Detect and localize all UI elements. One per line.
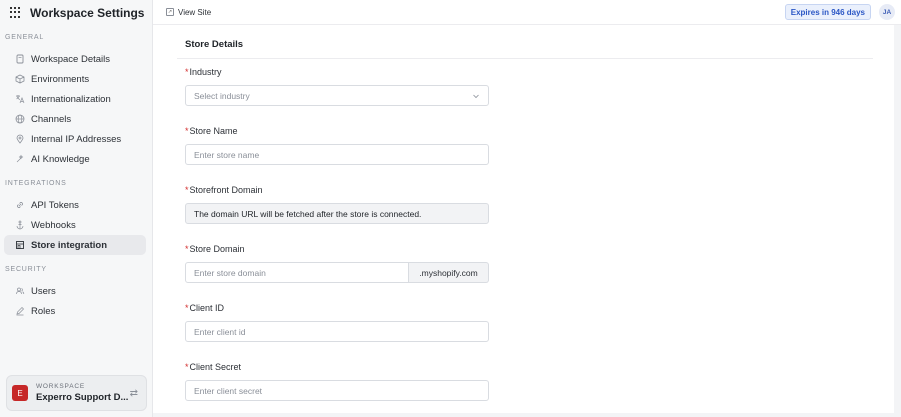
workspace-avatar: E bbox=[12, 385, 28, 401]
store-domain-input[interactable]: Enter store domain bbox=[185, 262, 409, 283]
sidebar-item-label: Workspace Details bbox=[31, 53, 111, 65]
sidebar-item-internal-ip-addresses[interactable]: Internal IP Addresses bbox=[4, 129, 146, 149]
expiry-badge[interactable]: Expires in 946 days bbox=[784, 4, 871, 20]
scroll-gutter bbox=[894, 25, 901, 417]
pen-icon bbox=[14, 306, 25, 317]
sidebar-item-label: Store integration bbox=[31, 239, 108, 251]
section-general: GENERAL bbox=[5, 34, 45, 41]
sidebar: Workspace Settings GENERAL Workspace Det… bbox=[0, 0, 153, 417]
industry-select[interactable]: Select industry bbox=[185, 85, 489, 106]
required-marker: * bbox=[185, 185, 189, 195]
storefront-domain-field: *Storefront Domain The domain URL will b… bbox=[185, 185, 489, 224]
sidebar-item-label: Internationalization bbox=[31, 93, 111, 105]
required-marker: * bbox=[185, 126, 189, 136]
required-marker: * bbox=[185, 67, 189, 77]
main-content: Store Details *Industry Select industry … bbox=[153, 25, 894, 413]
anchor-icon bbox=[14, 220, 25, 231]
required-marker: * bbox=[185, 362, 189, 372]
users-icon bbox=[14, 286, 25, 297]
external-link-icon: ↗ bbox=[166, 8, 174, 16]
section-security: SECURITY bbox=[5, 266, 47, 273]
client-id-field: *Client ID Enter client id bbox=[185, 303, 489, 342]
client-secret-label: *Client Secret bbox=[185, 362, 242, 372]
chevron-down-icon bbox=[473, 94, 479, 99]
switch-arrows-icon[interactable]: ⇄ bbox=[130, 388, 138, 399]
store-name-label: *Store Name bbox=[185, 126, 238, 136]
domain-suffix: .myshopify.com bbox=[409, 262, 489, 283]
sidebar-item-webhooks[interactable]: Webhooks bbox=[4, 215, 146, 235]
user-avatar[interactable]: JA bbox=[879, 4, 895, 20]
sidebar-item-roles[interactable]: Roles bbox=[4, 301, 146, 321]
sidebar-item-users[interactable]: Users bbox=[4, 281, 146, 301]
section-integrations: INTEGRATIONS bbox=[5, 180, 67, 187]
storefront-domain-readonly: The domain URL will be fetched after the… bbox=[185, 203, 489, 224]
store-domain-label: *Store Domain bbox=[185, 244, 245, 254]
sidebar-title: Workspace Settings bbox=[30, 5, 145, 20]
sidebar-item-internationalization[interactable]: Internationalization bbox=[4, 89, 146, 109]
sidebar-item-label: Internal IP Addresses bbox=[31, 133, 122, 145]
top-bar: ↗ View Site Expires in 946 days JA bbox=[153, 0, 901, 25]
apps-grid-icon[interactable] bbox=[10, 6, 22, 19]
sidebar-item-api-tokens[interactable]: API Tokens bbox=[4, 195, 146, 215]
store-name-field: *Store Name Enter store name bbox=[185, 126, 489, 165]
view-site-label: View Site bbox=[178, 7, 212, 17]
store-domain-group: Enter store domain .myshopify.com bbox=[185, 262, 489, 283]
sidebar-item-label: Roles bbox=[31, 305, 56, 317]
translate-icon bbox=[14, 94, 25, 105]
sidebar-item-workspace-details[interactable]: Workspace Details bbox=[4, 49, 146, 69]
view-site-link[interactable]: ↗ View Site bbox=[166, 8, 211, 17]
globe-icon bbox=[14, 114, 25, 125]
sidebar-item-label: AI Knowledge bbox=[31, 153, 90, 165]
workspace-name: Experro Support D... bbox=[36, 392, 129, 403]
section-title: Store Details bbox=[185, 39, 244, 50]
sidebar-item-environments[interactable]: Environments bbox=[4, 69, 146, 89]
workspace-label: WORKSPACE bbox=[36, 383, 85, 390]
required-marker: * bbox=[185, 303, 189, 313]
sidebar-item-ai-knowledge[interactable]: AI Knowledge bbox=[4, 149, 146, 169]
store-name-input[interactable]: Enter store name bbox=[185, 144, 489, 165]
sidebar-header: Workspace Settings bbox=[0, 0, 152, 25]
required-marker: * bbox=[185, 244, 189, 254]
store-icon bbox=[14, 240, 25, 251]
sidebar-item-label: Channels bbox=[31, 113, 72, 125]
workspace-info: WORKSPACE Experro Support D... bbox=[36, 383, 130, 403]
sidebar-item-label: Webhooks bbox=[31, 219, 76, 231]
sidebar-item-label: Users bbox=[31, 285, 56, 297]
client-secret-input[interactable]: Enter client secret bbox=[185, 380, 489, 401]
document-icon bbox=[14, 54, 25, 65]
sparkle-icon bbox=[14, 154, 25, 165]
cube-icon bbox=[14, 74, 25, 85]
divider bbox=[177, 58, 873, 59]
client-id-label: *Client ID bbox=[185, 303, 225, 313]
sidebar-item-label: API Tokens bbox=[31, 199, 79, 211]
bottom-strip bbox=[153, 413, 901, 417]
client-id-input[interactable]: Enter client id bbox=[185, 321, 489, 342]
workspace-switcher[interactable]: E WORKSPACE Experro Support D... ⇄ bbox=[6, 375, 147, 411]
sidebar-item-store-integration[interactable]: Store integration bbox=[4, 235, 146, 255]
industry-placeholder: Select industry bbox=[194, 90, 250, 101]
client-secret-field: *Client Secret Enter client secret bbox=[185, 362, 489, 401]
storefront-domain-label: *Storefront Domain bbox=[185, 185, 263, 195]
industry-field: *Industry Select industry bbox=[185, 67, 489, 106]
store-domain-field: *Store Domain Enter store domain .myshop… bbox=[185, 244, 489, 283]
location-pin-icon bbox=[14, 134, 25, 145]
sidebar-item-label: Environments bbox=[31, 73, 90, 85]
sidebar-item-channels[interactable]: Channels bbox=[4, 109, 146, 129]
industry-label: *Industry bbox=[185, 67, 222, 77]
link-icon bbox=[14, 200, 25, 211]
